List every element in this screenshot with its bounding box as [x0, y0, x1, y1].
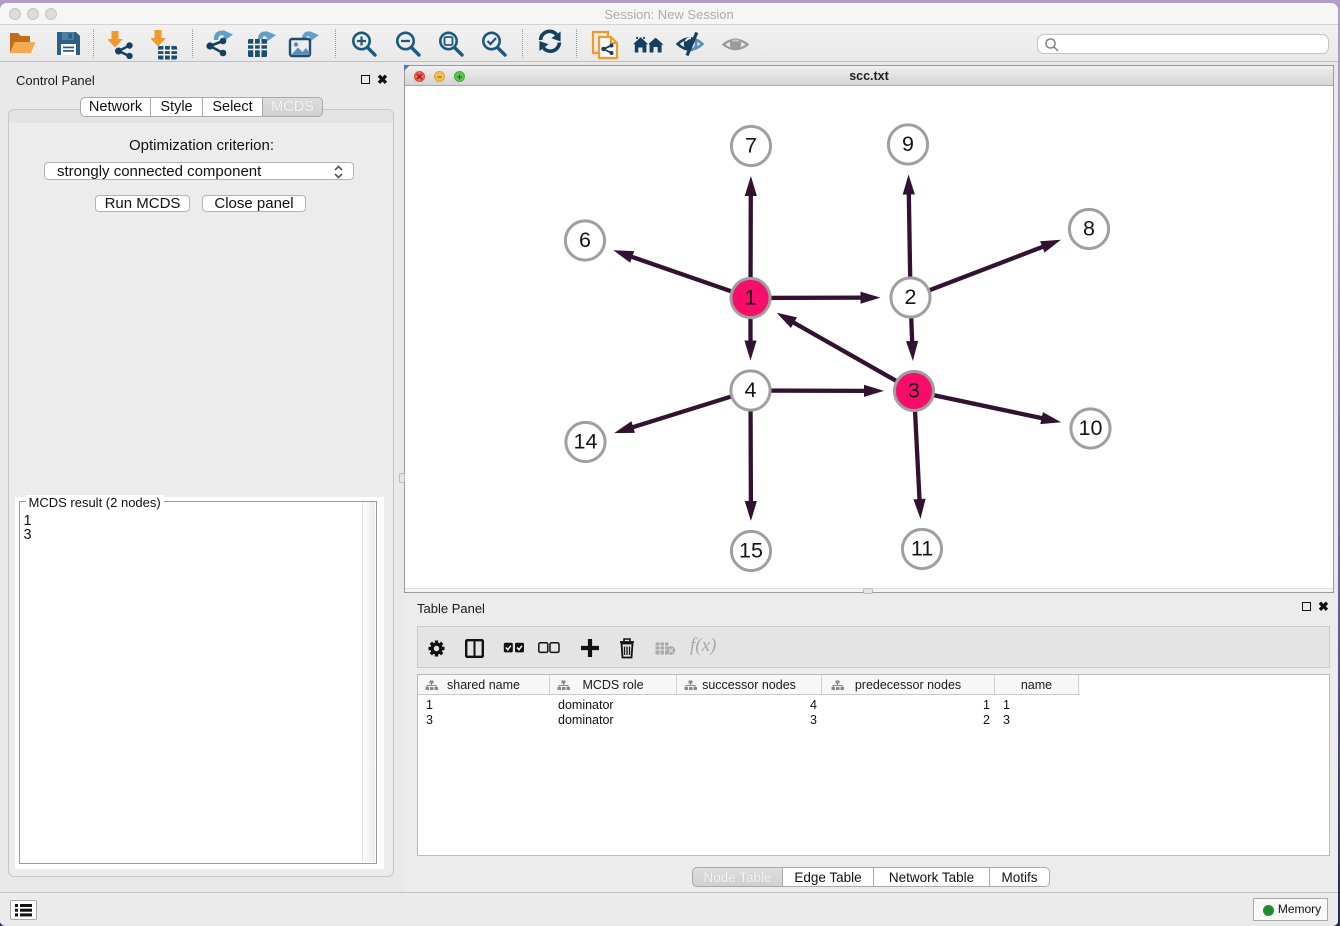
svg-text:4: 4 — [745, 378, 757, 402]
svg-text:3: 3 — [908, 378, 920, 402]
svg-text:11: 11 — [911, 536, 933, 560]
svg-text:10: 10 — [1079, 416, 1103, 440]
svg-text:2: 2 — [905, 285, 917, 309]
svg-text:8: 8 — [1083, 216, 1095, 240]
svg-text:9: 9 — [902, 132, 914, 156]
svg-text:7: 7 — [745, 133, 757, 157]
svg-text:6: 6 — [579, 228, 591, 252]
svg-text:1: 1 — [745, 285, 757, 309]
svg-text:14: 14 — [574, 429, 598, 453]
svg-text:15: 15 — [739, 538, 763, 562]
